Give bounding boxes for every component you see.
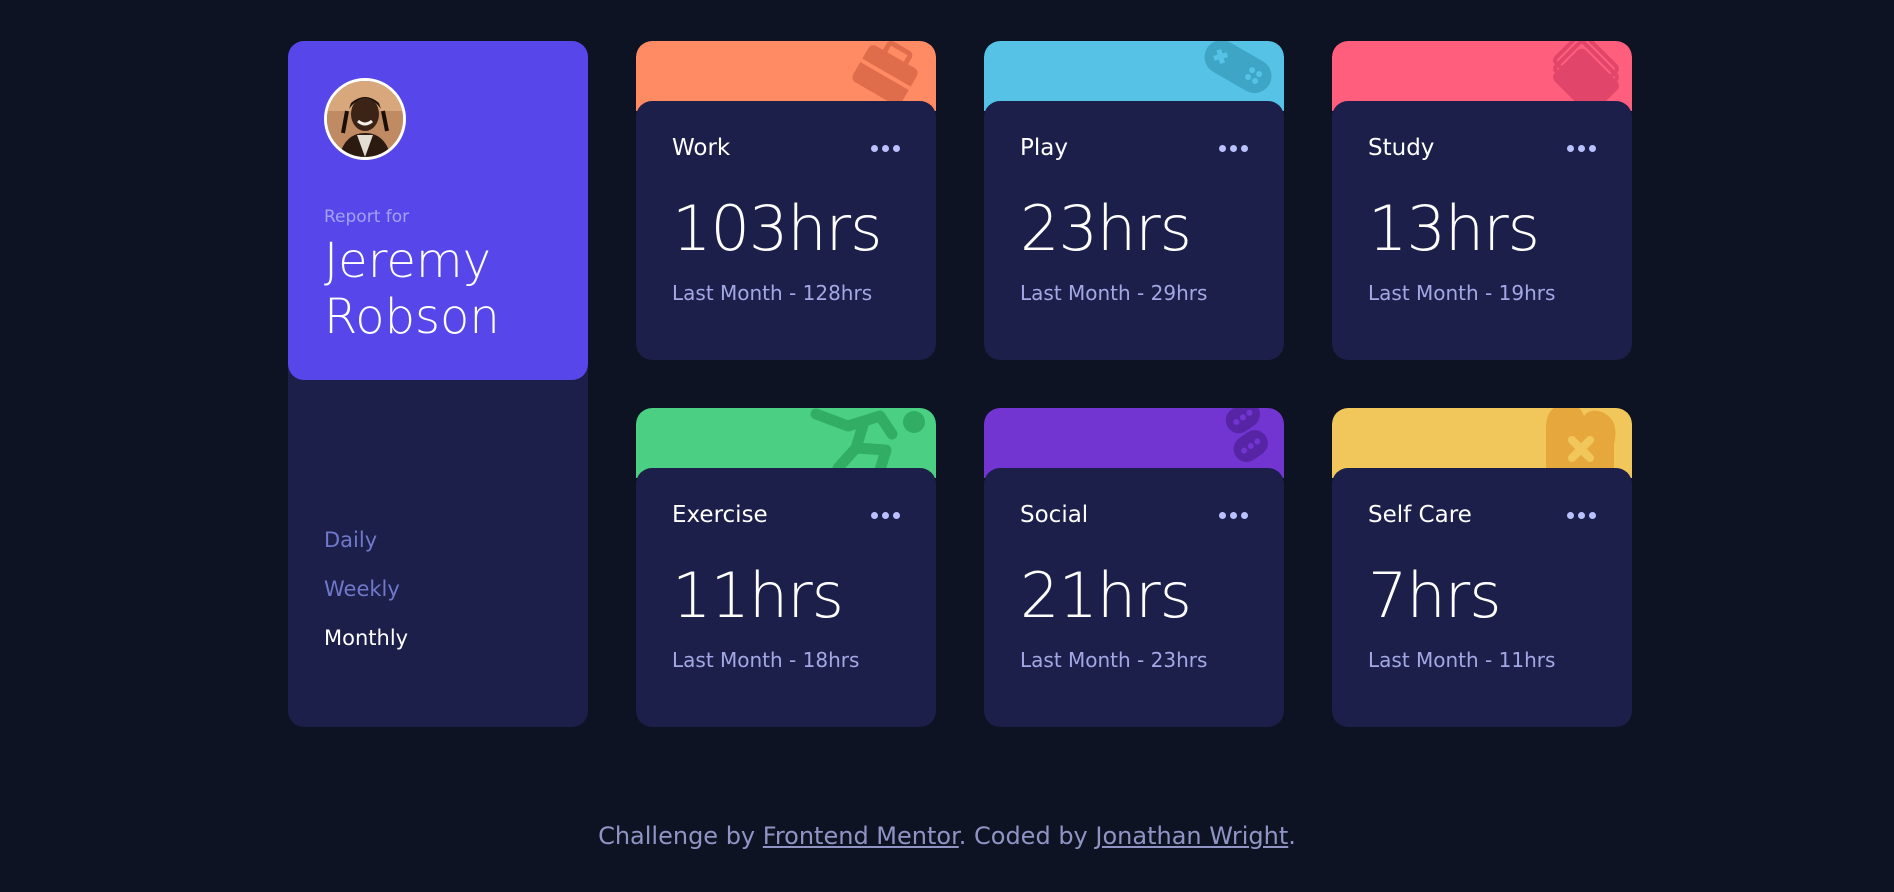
user-name: Jeremy Robson (324, 233, 552, 345)
period-selector: Daily Weekly Monthly (324, 527, 408, 652)
card-title: Play (1020, 135, 1068, 161)
report-for-label: Report for (324, 207, 410, 227)
card-previous-hours: Last Month - 19hrs (1368, 281, 1556, 305)
card-previous-hours: Last Month - 128hrs (672, 281, 873, 305)
card-current-hours: 103hrs (672, 192, 882, 265)
gamepad-icon (1204, 41, 1272, 94)
card-body: Self Care 7hrs Last Month - 11hrs (1332, 468, 1632, 727)
chat-icon (1225, 408, 1268, 462)
runner-icon (810, 408, 925, 470)
card-body: Play 23hrs Last Month - 29hrs (984, 101, 1284, 360)
ellipsis-menu-icon[interactable] (1567, 506, 1596, 525)
activity-card-exercise: Exercise 11hrs Last Month - 18hrs (636, 408, 936, 727)
avatar-portrait-icon (327, 81, 403, 157)
period-weekly[interactable]: Weekly (324, 576, 408, 603)
activity-card-social: Social 21hrs Last Month - 23hrs (984, 408, 1284, 727)
card-title: Study (1368, 135, 1435, 161)
card-body: Work 103hrs Last Month - 128hrs (636, 101, 936, 360)
card-current-hours: 7hrs (1368, 559, 1502, 632)
card-previous-hours: Last Month - 23hrs (1020, 648, 1208, 672)
footer-prefix: Challenge by (598, 822, 763, 850)
book-icon (1553, 41, 1619, 103)
user-last-name: Robson (324, 289, 500, 345)
ellipsis-menu-icon[interactable] (871, 139, 900, 158)
card-body: Study 13hrs Last Month - 19hrs (1332, 101, 1632, 360)
user-first-name: Jeremy (324, 233, 492, 289)
period-monthly[interactable]: Monthly (324, 625, 408, 652)
attribution-footer: Challenge by Frontend Mentor. Coded by J… (0, 822, 1894, 850)
card-previous-hours: Last Month - 29hrs (1020, 281, 1208, 305)
card-title: Work (672, 135, 731, 161)
card-current-hours: 23hrs (1020, 192, 1192, 265)
profile-card: Report for Jeremy Robson Daily Weekly Mo… (288, 41, 588, 727)
activity-card-work: Work 103hrs Last Month - 128hrs (636, 41, 936, 360)
time-tracking-dashboard: Report for Jeremy Robson Daily Weekly Mo… (288, 41, 1632, 727)
footer-middle: . Coded by (958, 822, 1096, 850)
card-current-hours: 13hrs (1368, 192, 1540, 265)
card-body: Social 21hrs Last Month - 23hrs (984, 468, 1284, 727)
ellipsis-menu-icon[interactable] (1219, 506, 1248, 525)
avatar (324, 78, 406, 160)
card-title: Exercise (672, 502, 768, 528)
card-current-hours: 11hrs (672, 559, 844, 632)
card-title: Social (1020, 502, 1089, 528)
profile-header: Report for Jeremy Robson (288, 41, 588, 380)
ellipsis-menu-icon[interactable] (1567, 139, 1596, 158)
author-link[interactable]: Jonathan Wright (1095, 822, 1288, 850)
card-body: Exercise 11hrs Last Month - 18hrs (636, 468, 936, 727)
activity-card-play: Play 23hrs Last Month - 29hrs (984, 41, 1284, 360)
card-previous-hours: Last Month - 11hrs (1368, 648, 1556, 672)
ellipsis-menu-icon[interactable] (1219, 139, 1248, 158)
period-daily[interactable]: Daily (324, 527, 408, 554)
activity-card-study: Study 13hrs Last Month - 19hrs (1332, 41, 1632, 360)
activity-card-self-care: Self Care 7hrs Last Month - 11hrs (1332, 408, 1632, 727)
briefcase-icon (852, 41, 918, 103)
heart-bandage-icon (1546, 408, 1616, 474)
card-previous-hours: Last Month - 18hrs (672, 648, 860, 672)
card-title: Self Care (1368, 502, 1472, 528)
footer-suffix: . (1288, 822, 1296, 850)
frontend-mentor-link[interactable]: Frontend Mentor (763, 822, 959, 850)
card-current-hours: 21hrs (1020, 559, 1192, 632)
ellipsis-menu-icon[interactable] (871, 506, 900, 525)
